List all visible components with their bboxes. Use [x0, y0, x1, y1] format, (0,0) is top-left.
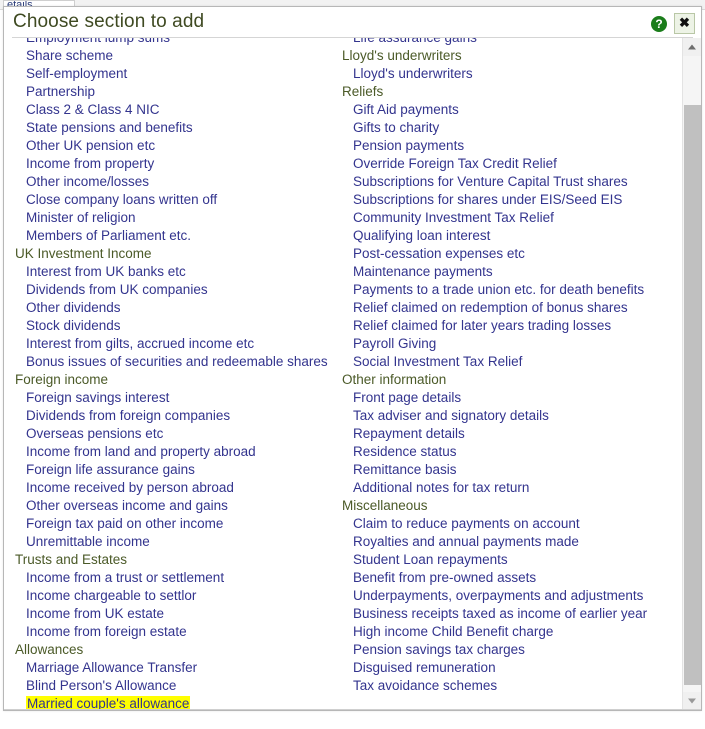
section-list-item[interactable]: Class 2 & Class 4 NIC — [15, 101, 336, 119]
section-list-item[interactable]: Close company loans written off — [15, 191, 336, 209]
section-list-item[interactable]: Foreign savings interest — [15, 389, 336, 407]
titlebar-buttons: ? ✖ — [651, 13, 695, 34]
section-group-header: Reliefs — [342, 84, 384, 99]
section-list-item[interactable]: Bonus issues of securities and redeemabl… — [15, 353, 336, 371]
section-list-item[interactable]: Disguised remuneration — [342, 659, 666, 677]
section-list-item[interactable]: Income chargeable to settlor — [15, 587, 336, 605]
section-list-item[interactable]: Lloyd's underwriters — [342, 65, 666, 83]
section-list-item[interactable]: Payroll Giving — [342, 335, 666, 353]
close-icon[interactable]: ✖ — [674, 13, 695, 34]
section-list-item[interactable]: Subscriptions for Venture Capital Trust … — [342, 173, 666, 191]
section-list-item[interactable]: Benefit from pre-owned assets — [342, 569, 666, 587]
section-list-item[interactable]: Relief claimed on redemption of bonus sh… — [342, 299, 666, 317]
section-list-item[interactable]: Community Investment Tax Relief — [342, 209, 666, 227]
section-list-item[interactable]: Gifts to charity — [342, 119, 666, 137]
section-list-item[interactable]: Other UK pension etc — [15, 137, 336, 155]
section-list-item[interactable]: Unremittable income — [15, 533, 336, 551]
section-list-item[interactable]: Pension savings tax charges — [342, 641, 666, 659]
section-list-item[interactable]: Post-cessation expenses etc — [342, 245, 666, 263]
scrollbar-thumb[interactable] — [684, 105, 701, 685]
dialog-title: Choose section to add — [13, 11, 205, 32]
section-list-item[interactable]: Additional notes for tax return — [342, 479, 666, 497]
section-list-item[interactable]: Royalties and annual payments made — [342, 533, 666, 551]
section-list-item[interactable]: Stock dividends — [15, 317, 336, 335]
section-list-item[interactable]: Social Investment Tax Relief — [342, 353, 666, 371]
caret-up-icon — [688, 44, 696, 50]
section-list-item[interactable]: High income Child Benefit charge — [342, 623, 666, 641]
section-list-item[interactable]: Underpayments, overpayments and adjustme… — [342, 587, 666, 605]
section-list-item[interactable]: Pension payments — [342, 137, 666, 155]
section-list-item[interactable]: Other income/losses — [15, 173, 336, 191]
section-list-item[interactable]: Override Foreign Tax Credit Relief — [342, 155, 666, 173]
section-list-item[interactable]: Business receipts taxed as income of ear… — [342, 605, 666, 623]
section-column-right: Life assurance gainsLloyd's underwriters… — [336, 38, 666, 710]
section-list-item[interactable]: Maintenance payments — [342, 263, 666, 281]
section-list-item[interactable]: Income from land and property abroad — [15, 443, 336, 461]
dialog-bottom-edge — [4, 709, 701, 710]
scroll-down-arrow-icon[interactable] — [683, 692, 701, 710]
section-list-item[interactable]: Qualifying loan interest — [342, 227, 666, 245]
vertical-scrollbar[interactable] — [682, 38, 701, 710]
section-list-item[interactable]: Minister of religion — [15, 209, 336, 227]
choose-section-dialog: Choose section to add ? ✖ Employment lum… — [3, 6, 702, 711]
section-list-item[interactable]: Student Loan repayments — [342, 551, 666, 569]
section-group-header: UK Investment Income — [15, 246, 152, 261]
section-list-item[interactable]: Overseas pensions etc — [15, 425, 336, 443]
section-group-header: Trusts and Estates — [15, 552, 128, 567]
section-list-item[interactable]: Income from property — [15, 155, 336, 173]
section-group-header: Lloyd's underwriters — [342, 48, 462, 63]
section-list-item[interactable]: Income from UK estate — [15, 605, 336, 623]
section-columns: Employment lump sumsShare schemeSelf-emp… — [4, 38, 682, 710]
section-list-item[interactable]: Other overseas income and gains — [15, 497, 336, 515]
section-list-viewport: Employment lump sumsShare schemeSelf-emp… — [4, 38, 682, 710]
section-list-item[interactable]: Tax avoidance schemes — [342, 677, 666, 695]
section-list-item[interactable]: Tax adviser and signatory details — [342, 407, 666, 425]
section-list-item[interactable]: Life assurance gains — [342, 38, 666, 47]
section-group-header: Allowances — [15, 642, 84, 657]
section-group-header: Other information — [342, 372, 447, 387]
section-list-item[interactable]: Share scheme — [15, 47, 336, 65]
section-list-item[interactable]: Income from foreign estate — [15, 623, 336, 641]
section-list-item[interactable]: Foreign life assurance gains — [15, 461, 336, 479]
section-list-item[interactable]: Self-employment — [15, 65, 336, 83]
section-list-item[interactable]: Partnership — [15, 83, 336, 101]
section-list-item[interactable]: Marriage Allowance Transfer — [15, 659, 336, 677]
section-list-item[interactable]: Gift Aid payments — [342, 101, 666, 119]
section-list-item[interactable]: Blind Person's Allowance — [15, 677, 336, 695]
section-list-item[interactable]: State pensions and benefits — [15, 119, 336, 137]
section-list-item[interactable]: Remittance basis — [342, 461, 666, 479]
section-list-item[interactable]: Employment lump sums — [15, 38, 336, 47]
section-list-item[interactable]: Married couple's allowance — [15, 695, 336, 710]
section-list-item[interactable]: Repayment details — [342, 425, 666, 443]
section-list-item[interactable]: Residence status — [342, 443, 666, 461]
section-list-item[interactable]: Other dividends — [15, 299, 336, 317]
section-list-item[interactable]: Relief claimed for later years trading l… — [342, 317, 666, 335]
section-list-item[interactable]: Dividends from foreign companies — [15, 407, 336, 425]
scroll-up-arrow-icon[interactable] — [683, 38, 701, 56]
section-list-item[interactable]: Members of Parliament etc. — [15, 227, 336, 245]
section-list-item[interactable]: Income from a trust or settlement — [15, 569, 336, 587]
highlighted-section-label: Married couple's allowance — [26, 696, 191, 710]
section-list-item[interactable]: Dividends from UK companies — [15, 281, 336, 299]
section-column-left: Employment lump sumsShare schemeSelf-emp… — [4, 38, 336, 710]
section-list-item[interactable]: Income received by person abroad — [15, 479, 336, 497]
section-list-region: Employment lump sumsShare schemeSelf-emp… — [4, 38, 701, 710]
section-list-item[interactable]: Front page details — [342, 389, 666, 407]
section-list-item[interactable]: Payments to a trade union etc. for death… — [342, 281, 666, 299]
caret-down-icon — [688, 698, 696, 704]
help-icon[interactable]: ? — [651, 15, 667, 32]
section-list-item[interactable]: Interest from gilts, accrued income etc — [15, 335, 336, 353]
section-list-item[interactable]: Claim to reduce payments on account — [342, 515, 666, 533]
section-group-header: Miscellaneous — [342, 498, 428, 513]
dialog-titlebar: Choose section to add ? ✖ — [4, 7, 701, 38]
section-list-item[interactable]: Interest from UK banks etc — [15, 263, 336, 281]
section-list-item[interactable]: Subscriptions for shares under EIS/Seed … — [342, 191, 666, 209]
section-list-item[interactable]: Foreign tax paid on other income — [15, 515, 336, 533]
section-group-header: Foreign income — [15, 372, 109, 387]
